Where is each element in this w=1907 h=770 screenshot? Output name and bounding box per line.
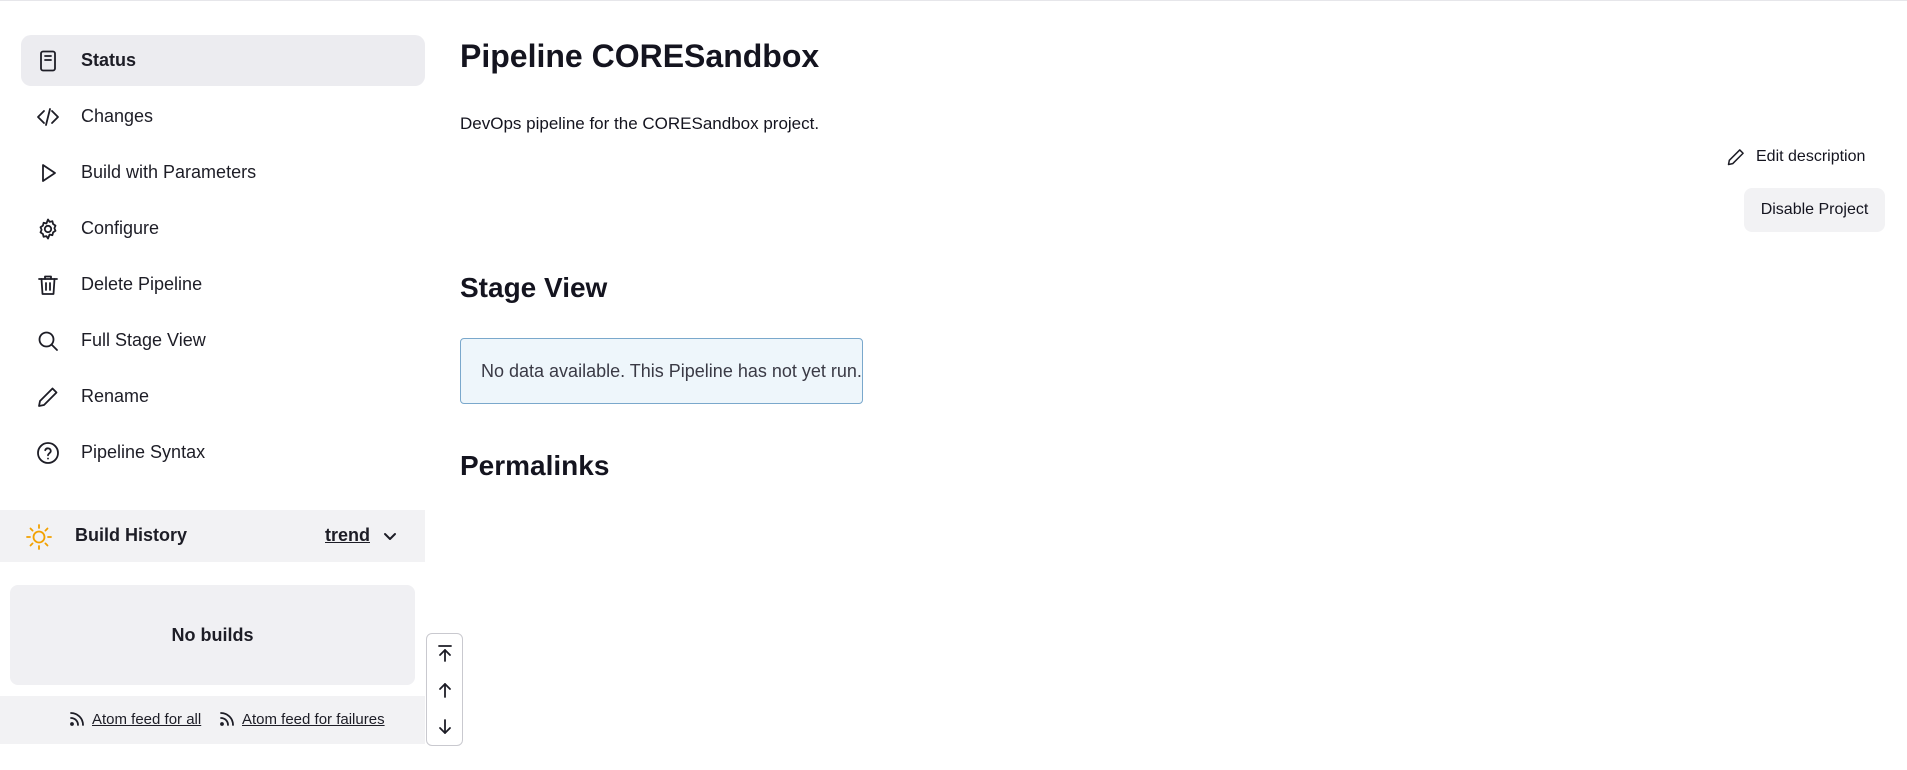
build-history-header: Build History trend [0,510,425,562]
sidebar-item-pipeline-syntax[interactable]: Pipeline Syntax [21,427,425,478]
play-icon [35,160,61,186]
atom-feed-bar: Atom feed for all Atom feed for failures [0,696,425,744]
permalinks-title: Permalinks [460,450,610,481]
sidebar-item-label: Status [81,50,137,70]
arrow-up-icon [438,682,451,698]
pencil-icon [1726,147,1746,167]
disable-project-button[interactable]: Disable Project [1744,188,1885,232]
sun-icon [25,523,53,551]
sidebar: Status Changes Build with Parameters Con… [0,0,425,770]
rss-icon [218,710,236,728]
search-icon [35,328,61,354]
scroll-down-button[interactable] [427,708,462,745]
sidebar-item-full-stage-view[interactable]: Full Stage View [21,315,425,366]
code-icon [35,104,61,130]
scroll-controls [426,633,463,746]
atom-feed-all-label: Atom feed for all [92,710,202,728]
arrow-to-top-icon [437,644,452,662]
chevron-down-icon[interactable] [380,526,400,546]
arrow-down-icon [438,718,451,734]
sidebar-item-label: Pipeline Syntax [81,442,206,462]
sidebar-item-label: Delete Pipeline [81,274,203,294]
sidebar-item-label: Build with Parameters [81,162,257,182]
sidebar-item-delete-pipeline[interactable]: Delete Pipeline [21,259,425,310]
sidebar-item-build-with-parameters[interactable]: Build with Parameters [21,147,425,198]
gear-icon [35,216,61,242]
build-history-title: Build History [75,525,188,545]
sidebar-item-label: Rename [81,386,150,406]
sidebar-item-label: Changes [81,106,154,126]
rss-icon [68,710,86,728]
sidebar-item-configure[interactable]: Configure [21,203,425,254]
no-builds-message: No builds [10,585,415,685]
side-nav: Status Changes Build with Parameters Con… [21,35,425,483]
scroll-to-top-button[interactable] [427,634,462,671]
help-circle-icon [35,440,61,466]
edit-description-link[interactable]: Edit description [1726,147,1865,167]
pencil-icon [35,384,61,410]
sidebar-item-rename[interactable]: Rename [21,371,425,422]
stage-view-title: Stage View [460,272,608,303]
stage-view-notice: No data available. This Pipeline has not… [460,338,863,404]
atom-feed-failures-label: Atom feed for failures [242,710,385,728]
sidebar-item-changes[interactable]: Changes [21,91,425,142]
page-title: Pipeline CORESandbox [460,38,820,74]
edit-description-label: Edit description [1756,148,1866,165]
project-description: DevOps pipeline for the CORESandbox proj… [460,114,820,133]
document-icon [35,48,61,74]
sidebar-item-status[interactable]: Status [21,35,425,86]
sidebar-item-label: Configure [81,218,160,238]
atom-feed-failures-link[interactable]: Atom feed for failures [218,710,385,728]
trend-link[interactable]: trend [325,525,370,546]
main-content: Pipeline CORESandbox DevOps pipeline for… [460,0,1907,770]
scroll-up-button[interactable] [427,671,462,708]
trash-icon [35,272,61,298]
atom-feed-all-link[interactable]: Atom feed for all [68,710,201,728]
sidebar-item-label: Full Stage View [81,330,206,350]
